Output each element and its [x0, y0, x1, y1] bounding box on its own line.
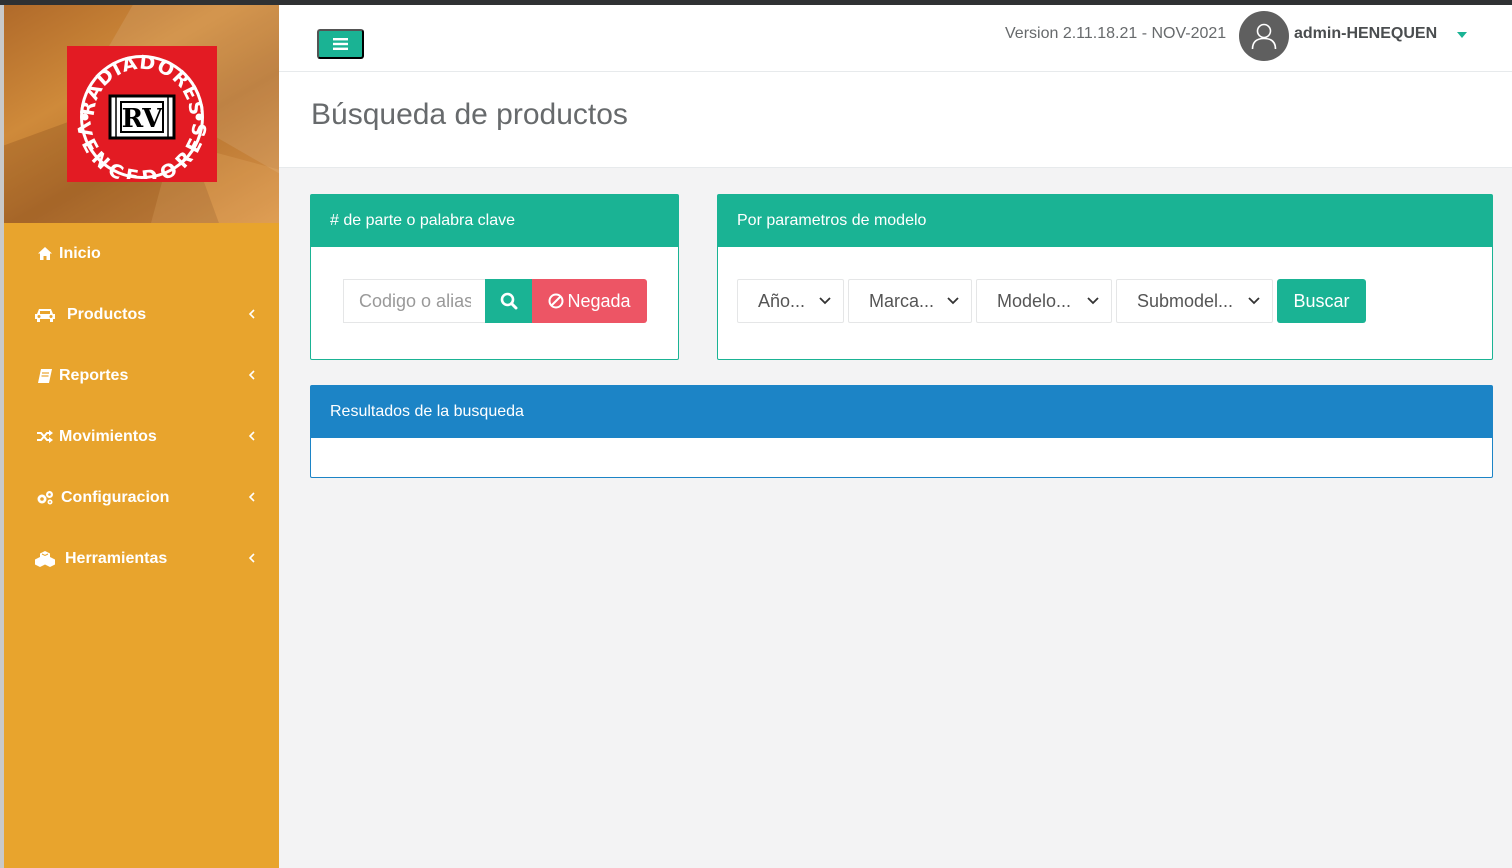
keyword-search-button[interactable]	[485, 279, 533, 323]
chevron-down-icon	[947, 297, 959, 305]
sidebar-item-label: Configuracion	[61, 488, 170, 506]
submodel-select-value: Submodel...	[1137, 290, 1234, 311]
cubes-icon	[35, 550, 55, 567]
car-icon	[35, 307, 55, 322]
chevron-left-icon	[248, 552, 255, 566]
random-icon	[35, 430, 55, 443]
chevron-down-icon	[1087, 297, 1099, 305]
results-panel: Resultados de la busqueda	[310, 385, 1493, 478]
hamburger-icon	[333, 38, 348, 50]
chevron-left-icon	[248, 308, 255, 322]
home-icon	[35, 247, 55, 260]
negada-label: Negada	[567, 290, 631, 311]
sidebar-item-reportes[interactable]: Reportes	[4, 345, 279, 406]
page-heading: Búsqueda de productos	[279, 72, 1512, 168]
sidebar-menu: Inicio Productos Reportes Movimientos Co…	[4, 223, 279, 589]
book-icon	[35, 368, 55, 383]
sidebar-item-productos[interactable]: Productos	[4, 284, 279, 345]
sidebar-item-label: Movimientos	[59, 427, 157, 445]
chevron-down-icon	[819, 297, 831, 305]
sidebar-item-label: Inicio	[59, 244, 101, 262]
panel-heading: Resultados de la busqueda	[311, 386, 1492, 438]
search-icon	[500, 292, 518, 310]
caret-down-icon[interactable]	[1457, 32, 1467, 38]
part-keyword-input[interactable]	[343, 279, 486, 323]
sidebar-header: RADIADORES VENCEDORES RV	[4, 5, 279, 223]
ban-icon	[548, 293, 564, 309]
sidebar-item-label: Herramientas	[65, 549, 168, 567]
chevron-left-icon	[248, 491, 255, 505]
user-avatar[interactable]	[1239, 11, 1289, 61]
keyword-search-panel: # de parte o palabra clave Negada	[310, 194, 679, 360]
top-navbar: Version 2.11.18.21 - NOV-2021 admin-HENE…	[279, 5, 1512, 72]
model-search-panel: Por parametros de modelo Año... Marca...…	[717, 194, 1493, 360]
page-title: Búsqueda de productos	[311, 98, 628, 131]
sidebar-item-herramientas[interactable]: Herramientas	[4, 528, 279, 589]
sidebar-item-movimientos[interactable]: Movimientos	[4, 406, 279, 467]
sidebar-item-inicio[interactable]: Inicio	[4, 223, 279, 284]
sidebar-item-label: Productos	[67, 305, 147, 323]
brand-select-value: Marca...	[869, 290, 935, 311]
model-select[interactable]: Modelo...	[976, 279, 1112, 323]
radiadores-vencedores-logo[interactable]: RADIADORES VENCEDORES RV	[67, 46, 217, 182]
chevron-down-icon	[1248, 297, 1260, 305]
username-label[interactable]: admin-HENEQUEN	[1294, 25, 1437, 43]
sidebar-toggle-button[interactable]	[317, 29, 364, 59]
user-icon	[1251, 23, 1277, 50]
chevron-left-icon	[248, 369, 255, 383]
panel-heading: # de parte o palabra clave	[311, 195, 678, 247]
submodel-select[interactable]: Submodel...	[1116, 279, 1273, 323]
model-select-value: Modelo...	[997, 290, 1072, 311]
buscar-button[interactable]: Buscar	[1277, 279, 1366, 323]
negada-button[interactable]: Negada	[532, 279, 647, 323]
sidebar: RADIADORES VENCEDORES RV Inicio Producto…	[4, 5, 279, 868]
brand-select[interactable]: Marca...	[848, 279, 972, 323]
sidebar-item-label: Reportes	[59, 366, 129, 384]
panel-heading: Por parametros de modelo	[718, 195, 1492, 247]
logo-graphic: RADIADORES VENCEDORES RV	[72, 51, 211, 179]
chevron-left-icon	[248, 430, 255, 444]
version-label: Version 2.11.18.21 - NOV-2021	[1005, 25, 1227, 42]
year-select-value: Año...	[758, 290, 806, 311]
year-select[interactable]: Año...	[737, 279, 844, 323]
svg-text:RV: RV	[122, 104, 164, 134]
sidebar-item-configuracion[interactable]: Configuracion	[4, 467, 279, 528]
cogs-icon	[35, 490, 55, 505]
